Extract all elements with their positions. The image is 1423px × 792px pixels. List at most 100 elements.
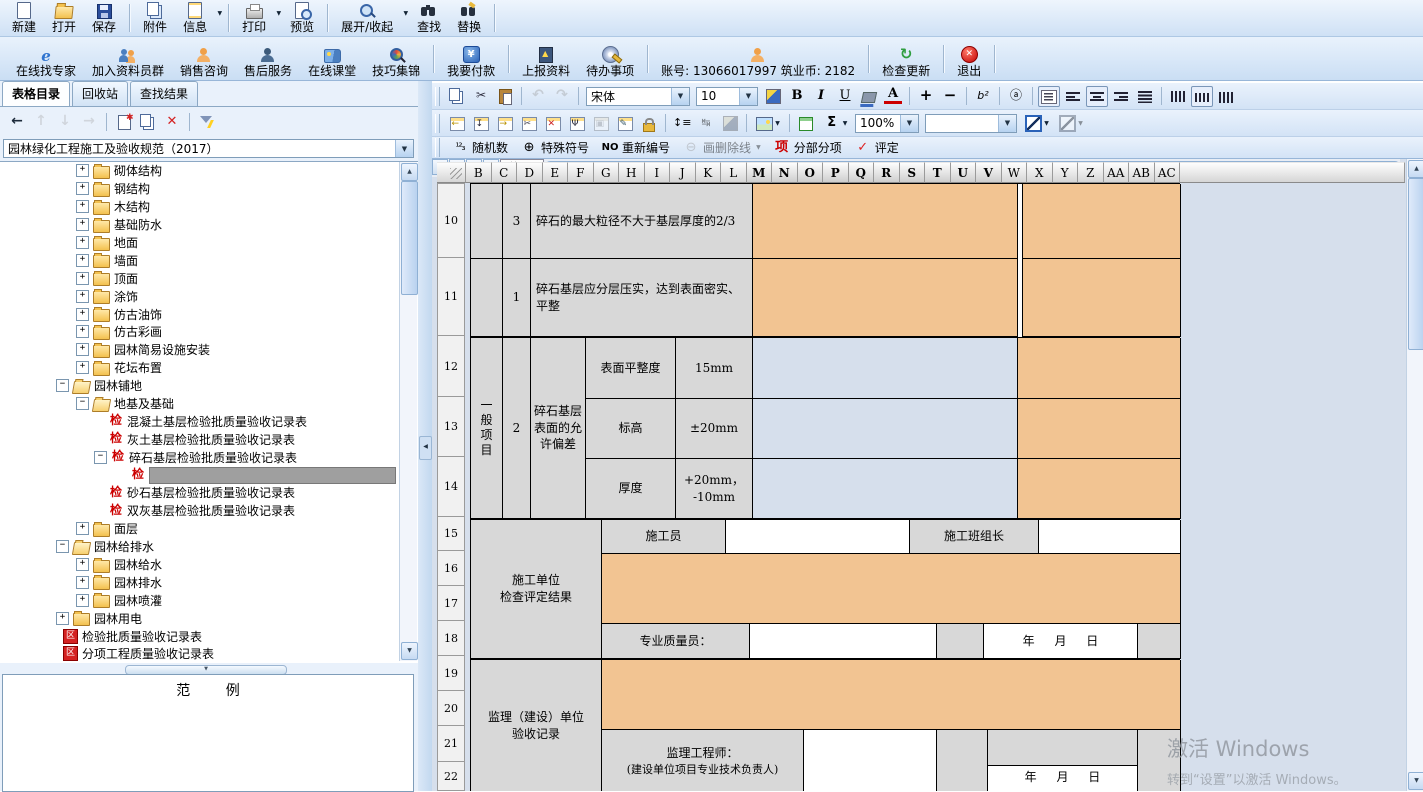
dropdown-arrow-icon[interactable]: ▼ — [756, 144, 761, 151]
valign-top-button[interactable] — [1167, 86, 1189, 107]
column-header-C[interactable]: C — [492, 162, 518, 183]
column-header-P[interactable]: P — [823, 162, 849, 183]
dropdown-arrow-icon[interactable]: ▼ — [1044, 120, 1049, 127]
cell-tolerance-value[interactable]: ±20mm — [676, 399, 753, 459]
chevron-down-icon[interactable]: ▼ — [998, 115, 1016, 132]
tree-item-分项工程质量验收记录表[interactable]: 区分项工程质量验收记录表 — [0, 645, 418, 663]
random-number-button[interactable]: ¹²₃随机数 — [445, 138, 514, 157]
column-header-Y[interactable]: Y — [1053, 162, 1079, 183]
row-header-13[interactable]: 13 — [437, 397, 465, 457]
print-button[interactable]: ▼打印 — [234, 0, 282, 36]
tree-item-涂饰[interactable]: +涂饰 — [0, 287, 418, 305]
cell-empty[interactable] — [471, 259, 503, 337]
tree-item-混凝土基层检验批质量验收记录表[interactable]: 检混凝土基层检验批质量验收记录表 — [0, 412, 418, 430]
expand-icon[interactable]: + — [76, 182, 89, 195]
row-header-17[interactable]: 17 — [437, 586, 465, 621]
row-header-10[interactable]: 10 — [437, 183, 465, 258]
dropdown-arrow-icon[interactable]: ▼ — [775, 120, 780, 127]
tree-item-花坛布置[interactable]: +花坛布置 — [0, 359, 418, 377]
replace-button[interactable]: 替换 — [449, 0, 489, 36]
expand-icon[interactable]: + — [76, 236, 89, 249]
cell-result-orange[interactable] — [753, 184, 1018, 259]
cell-acceptance-orange[interactable] — [602, 660, 1181, 730]
sales-button[interactable]: 销售咨询 — [172, 38, 236, 80]
expand-icon[interactable]: + — [56, 612, 69, 625]
tab-查找结果[interactable]: 查找结果 — [130, 81, 198, 106]
cell-inspector-sign[interactable] — [750, 624, 937, 659]
column-header-K[interactable]: K — [696, 162, 722, 183]
sheet-scrollbar[interactable]: ▲ ▼ — [1406, 159, 1423, 791]
expand-icon[interactable]: + — [76, 308, 89, 321]
todo-button[interactable]: 待办事项 — [578, 38, 642, 80]
tree-item-仿古彩画[interactable]: +仿古彩画 — [0, 323, 418, 341]
cell-tolerance-value[interactable]: +20mm， -10mm — [676, 459, 753, 519]
tree-item-地基及基础[interactable]: −地基及基础 — [0, 395, 418, 413]
tree-item-园林简易设施安装[interactable]: +园林简易设施安装 — [0, 341, 418, 359]
table-properties-button[interactable] — [614, 113, 636, 134]
column-header-AA[interactable]: AA — [1104, 162, 1130, 183]
dropdown-arrow-icon[interactable]: ▼ — [217, 10, 222, 17]
column-header-E[interactable]: E — [543, 162, 569, 183]
row-header-14[interactable]: 14 — [437, 457, 465, 517]
align-center-button[interactable] — [1086, 86, 1108, 107]
cell-contractor-label[interactable]: 施工单位 检查评定结果 — [471, 520, 602, 659]
dropdown-arrow-icon[interactable]: ▼ — [276, 10, 281, 17]
column-header-Z[interactable]: Z — [1078, 162, 1104, 183]
row-spacing-button[interactable]: ↕≡ — [671, 113, 693, 134]
tree-item-灰土基层检验批质量验收记录表[interactable]: 检灰土基层检验批质量验收记录表 — [0, 430, 418, 448]
save-button[interactable]: 保存 — [84, 0, 124, 36]
tree-item-仿古油饰[interactable]: +仿古油饰 — [0, 305, 418, 323]
column-header-H[interactable]: H — [619, 162, 645, 183]
insert-row-button[interactable] — [470, 113, 492, 134]
align-left-button[interactable] — [1062, 86, 1084, 107]
delete-cells-button[interactable] — [518, 113, 540, 134]
spec-combo[interactable]: 园林绿化工程施工及验收规范（2017） ▼ — [3, 139, 414, 158]
cell-result-orange[interactable] — [753, 259, 1018, 337]
cell-empty[interactable] — [471, 184, 503, 259]
formula-sheet-button[interactable] — [795, 113, 817, 134]
expand-collapse-button[interactable]: ▼展开/收起 — [333, 0, 409, 36]
cell-spacer[interactable] — [988, 730, 1138, 766]
decrease-button[interactable]: − — [939, 86, 961, 107]
row-header-12[interactable]: 12 — [437, 336, 465, 397]
line-style-combo[interactable]: ▼ — [925, 114, 1017, 133]
column-header-T[interactable]: T — [925, 162, 951, 183]
cell-tolerance-name[interactable]: 表面平整度 — [586, 338, 676, 399]
selected-tree-item-highlight[interactable] — [149, 467, 396, 484]
column-header-F[interactable]: F — [568, 162, 594, 183]
paste-button[interactable] — [494, 86, 516, 107]
expand-icon[interactable]: + — [76, 325, 89, 338]
scroll-down-icon[interactable]: ▼ — [401, 642, 418, 660]
column-header-Q[interactable]: Q — [849, 162, 875, 183]
expand-icon[interactable]: + — [76, 290, 89, 303]
dropdown-arrow-icon[interactable]: ▼ — [404, 10, 409, 17]
classroom-button[interactable]: 在线课堂 — [300, 38, 364, 80]
increase-button[interactable]: + — [915, 86, 937, 107]
italic-button[interactable]: I — [810, 86, 832, 107]
tree-item-基础防水[interactable]: +基础防水 — [0, 216, 418, 234]
scroll-up-icon[interactable]: ▲ — [401, 163, 418, 181]
support-button[interactable]: 售后服务 — [236, 38, 300, 80]
column-header-S[interactable]: S — [900, 162, 926, 183]
row-header-20[interactable]: 20 — [437, 691, 465, 726]
chevron-down-icon[interactable]: ▼ — [739, 88, 757, 105]
expand-icon[interactable]: + — [76, 200, 89, 213]
font-size-combo[interactable]: 10▼ — [696, 87, 758, 106]
cell-seq[interactable]: 2 — [503, 338, 531, 519]
special-symbol-button[interactable]: ⊕特殊符号 — [514, 138, 595, 157]
tree-item-园林给水[interactable]: +园林给水 — [0, 556, 418, 574]
exit-button[interactable]: ✕退出 — [949, 38, 989, 80]
bold-button[interactable]: B — [786, 86, 808, 107]
scroll-up-icon[interactable]: ▲ — [1408, 160, 1423, 178]
delete-node-button[interactable]: ✕ — [161, 111, 183, 133]
cell-worker-value[interactable] — [726, 520, 910, 554]
tree-item-双灰基层检验批质量验收记录表[interactable]: 检双灰基层检验批质量验收记录表 — [0, 502, 418, 520]
delete-column-button[interactable] — [542, 113, 564, 134]
tree-item-园林喷灌[interactable]: +园林喷灌 — [0, 591, 418, 609]
dropdown-arrow-icon[interactable]: ▼ — [1078, 120, 1083, 127]
align-justify-button[interactable] — [1038, 86, 1060, 107]
cell-result-orange[interactable] — [1023, 259, 1181, 337]
row-header-21[interactable]: 21 — [437, 726, 465, 762]
tree-item-地面[interactable]: +地面 — [0, 234, 418, 252]
cell-date[interactable]: 年 月 日 — [988, 766, 1138, 791]
